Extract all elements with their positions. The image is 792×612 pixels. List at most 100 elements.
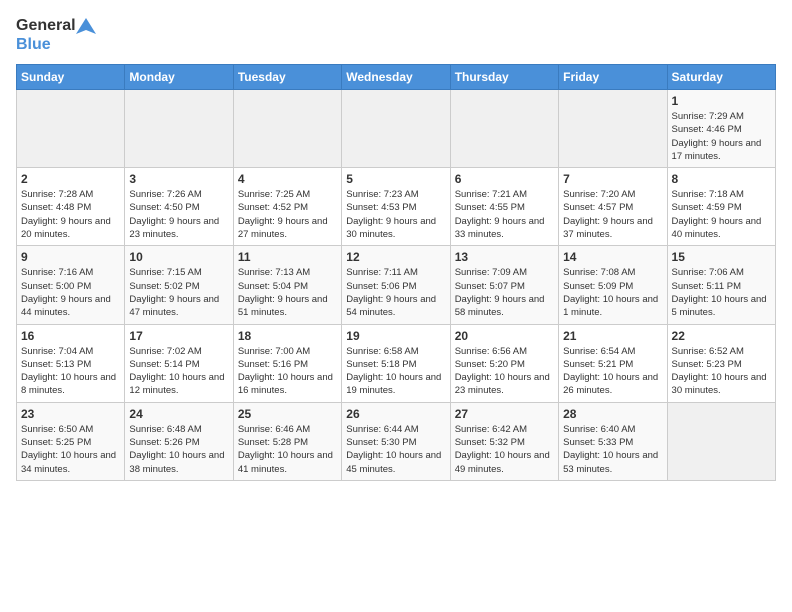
day-number: 15 [672, 250, 771, 264]
calendar-cell [450, 90, 558, 168]
calendar-cell: 1 Sunrise: 7:29 AM Sunset: 4:46 PM Daylig… [667, 90, 775, 168]
day-number: 23 [21, 407, 120, 421]
day-info: Sunrise: 7:06 AM Sunset: 5:11 PM Dayligh… [672, 266, 771, 319]
calendar-week-1: 1 Sunrise: 7:29 AM Sunset: 4:46 PM Daylig… [17, 90, 776, 168]
calendar-cell: 23Sunrise: 6:50 AM Sunset: 5:25 PM Dayli… [17, 402, 125, 480]
day-number: 12 [346, 250, 445, 264]
day-header-tuesday: Tuesday [233, 65, 341, 90]
day-header-monday: Monday [125, 65, 233, 90]
day-number: 10 [129, 250, 228, 264]
logo-text-general: General [16, 17, 76, 35]
day-info: Sunrise: 7:00 AM Sunset: 5:16 PM Dayligh… [238, 345, 337, 398]
day-number: 3 [129, 172, 228, 186]
calendar-cell: 10 Sunrise: 7:15 AM Sunset: 5:02 PM Dayli… [125, 246, 233, 324]
calendar-cell: 3 Sunrise: 7:26 AM Sunset: 4:50 PM Daylig… [125, 168, 233, 246]
day-number: 28 [563, 407, 662, 421]
calendar-cell: 21 Sunrise: 6:54 AM Sunset: 5:21 PM Dayli… [559, 324, 667, 402]
day-number: 21 [563, 329, 662, 343]
calendar-cell: 2 Sunrise: 7:28 AM Sunset: 4:48 PM Daylig… [17, 168, 125, 246]
day-info: Sunrise: 6:56 AM Sunset: 5:20 PM Dayligh… [455, 345, 554, 398]
calendar-cell: 25 Sunrise: 6:46 AM Sunset: 5:28 PM Dayli… [233, 402, 341, 480]
calendar-header-row: SundayMondayTuesdayWednesdayThursdayFrid… [17, 65, 776, 90]
day-number: 8 [672, 172, 771, 186]
day-header-wednesday: Wednesday [342, 65, 450, 90]
day-number: 17 [129, 329, 228, 343]
calendar-cell: 18 Sunrise: 7:00 AM Sunset: 5:16 PM Dayli… [233, 324, 341, 402]
calendar-cell: 22 Sunrise: 6:52 AM Sunset: 5:23 PM Dayli… [667, 324, 775, 402]
calendar-week-3: 9 Sunrise: 7:16 AM Sunset: 5:00 PM Daylig… [17, 246, 776, 324]
day-info: Sunrise: 7:02 AM Sunset: 5:14 PM Dayligh… [129, 345, 228, 398]
day-info: Sunrise: 7:21 AM Sunset: 4:55 PM Dayligh… [455, 188, 554, 241]
logo-text-blue: Blue [16, 36, 51, 53]
calendar-cell: 7Sunrise: 7:20 AM Sunset: 4:57 PM Daylig… [559, 168, 667, 246]
day-info: Sunrise: 6:40 AM Sunset: 5:33 PM Dayligh… [563, 423, 662, 476]
calendar-cell: 17 Sunrise: 7:02 AM Sunset: 5:14 PM Dayli… [125, 324, 233, 402]
day-number: 22 [672, 329, 771, 343]
day-number: 26 [346, 407, 445, 421]
day-info: Sunrise: 6:52 AM Sunset: 5:23 PM Dayligh… [672, 345, 771, 398]
calendar-cell: 16 Sunrise: 7:04 AM Sunset: 5:13 PM Dayli… [17, 324, 125, 402]
day-info: Sunrise: 6:58 AM Sunset: 5:18 PM Dayligh… [346, 345, 445, 398]
calendar-cell: 8 Sunrise: 7:18 AM Sunset: 4:59 PM Daylig… [667, 168, 775, 246]
calendar-cell: 27 Sunrise: 6:42 AM Sunset: 5:32 PM Dayli… [450, 402, 558, 480]
day-header-saturday: Saturday [667, 65, 775, 90]
calendar-cell: 11 Sunrise: 7:13 AM Sunset: 5:04 PM Dayli… [233, 246, 341, 324]
calendar-week-5: 23Sunrise: 6:50 AM Sunset: 5:25 PM Dayli… [17, 402, 776, 480]
calendar-table: SundayMondayTuesdayWednesdayThursdayFrid… [16, 64, 776, 481]
day-info: Sunrise: 7:13 AM Sunset: 5:04 PM Dayligh… [238, 266, 337, 319]
calendar-week-4: 16 Sunrise: 7:04 AM Sunset: 5:13 PM Dayli… [17, 324, 776, 402]
calendar-cell: 20 Sunrise: 6:56 AM Sunset: 5:20 PM Dayli… [450, 324, 558, 402]
day-header-thursday: Thursday [450, 65, 558, 90]
day-info: Sunrise: 7:20 AM Sunset: 4:57 PM Dayligh… [563, 188, 662, 241]
calendar-cell: 28 Sunrise: 6:40 AM Sunset: 5:33 PM Dayli… [559, 402, 667, 480]
calendar-cell [125, 90, 233, 168]
calendar-cell [17, 90, 125, 168]
day-info: Sunrise: 7:04 AM Sunset: 5:13 PM Dayligh… [21, 345, 120, 398]
day-number: 6 [455, 172, 554, 186]
day-info: Sunrise: 7:28 AM Sunset: 4:48 PM Dayligh… [21, 188, 120, 241]
day-number: 27 [455, 407, 554, 421]
day-number: 24 [129, 407, 228, 421]
calendar-cell: 19Sunrise: 6:58 AM Sunset: 5:18 PM Dayli… [342, 324, 450, 402]
day-info: Sunrise: 7:26 AM Sunset: 4:50 PM Dayligh… [129, 188, 228, 241]
calendar-cell [233, 90, 341, 168]
calendar-cell: 24Sunrise: 6:48 AM Sunset: 5:26 PM Dayli… [125, 402, 233, 480]
day-info: Sunrise: 7:29 AM Sunset: 4:46 PM Dayligh… [672, 110, 771, 163]
day-number: 14 [563, 250, 662, 264]
calendar-cell: 12 Sunrise: 7:11 AM Sunset: 5:06 PM Dayli… [342, 246, 450, 324]
calendar-cell: 5Sunrise: 7:23 AM Sunset: 4:53 PM Daylig… [342, 168, 450, 246]
day-info: Sunrise: 6:42 AM Sunset: 5:32 PM Dayligh… [455, 423, 554, 476]
day-number: 18 [238, 329, 337, 343]
day-number: 9 [21, 250, 120, 264]
page-header: GeneralBlue [16, 16, 776, 54]
day-number: 5 [346, 172, 445, 186]
day-number: 25 [238, 407, 337, 421]
calendar-cell [667, 402, 775, 480]
calendar-cell [342, 90, 450, 168]
calendar-cell: 9 Sunrise: 7:16 AM Sunset: 5:00 PM Daylig… [17, 246, 125, 324]
day-info: Sunrise: 7:16 AM Sunset: 5:00 PM Dayligh… [21, 266, 120, 319]
day-number: 1 [672, 94, 771, 108]
day-info: Sunrise: 7:09 AM Sunset: 5:07 PM Dayligh… [455, 266, 554, 319]
calendar-cell [559, 90, 667, 168]
day-info: Sunrise: 6:44 AM Sunset: 5:30 PM Dayligh… [346, 423, 445, 476]
day-number: 20 [455, 329, 554, 343]
day-number: 2 [21, 172, 120, 186]
logo-bird-icon [76, 16, 96, 36]
day-number: 11 [238, 250, 337, 264]
day-header-sunday: Sunday [17, 65, 125, 90]
day-info: Sunrise: 6:54 AM Sunset: 5:21 PM Dayligh… [563, 345, 662, 398]
day-info: Sunrise: 7:08 AM Sunset: 5:09 PM Dayligh… [563, 266, 662, 319]
day-info: Sunrise: 7:11 AM Sunset: 5:06 PM Dayligh… [346, 266, 445, 319]
calendar-cell: 15 Sunrise: 7:06 AM Sunset: 5:11 PM Dayli… [667, 246, 775, 324]
calendar-cell: 6 Sunrise: 7:21 AM Sunset: 4:55 PM Daylig… [450, 168, 558, 246]
calendar-cell: 4Sunrise: 7:25 AM Sunset: 4:52 PM Daylig… [233, 168, 341, 246]
day-header-friday: Friday [559, 65, 667, 90]
day-info: Sunrise: 7:25 AM Sunset: 4:52 PM Dayligh… [238, 188, 337, 241]
day-info: Sunrise: 6:46 AM Sunset: 5:28 PM Dayligh… [238, 423, 337, 476]
day-info: Sunrise: 7:15 AM Sunset: 5:02 PM Dayligh… [129, 266, 228, 319]
calendar-cell: 14 Sunrise: 7:08 AM Sunset: 5:09 PM Dayli… [559, 246, 667, 324]
calendar-week-2: 2 Sunrise: 7:28 AM Sunset: 4:48 PM Daylig… [17, 168, 776, 246]
day-info: Sunrise: 7:18 AM Sunset: 4:59 PM Dayligh… [672, 188, 771, 241]
day-number: 16 [21, 329, 120, 343]
